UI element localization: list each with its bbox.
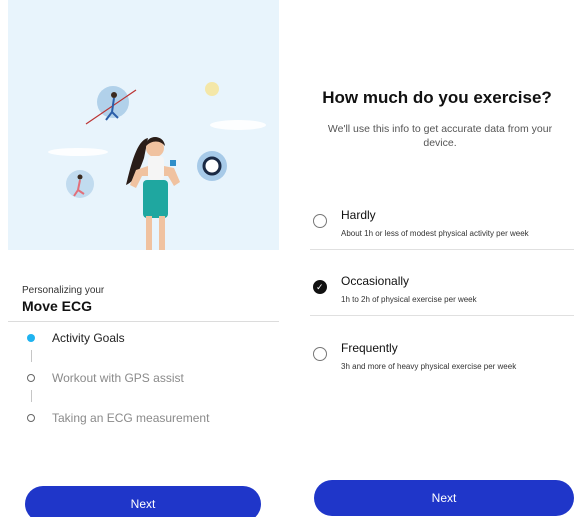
step-active-dot	[27, 334, 35, 342]
check-icon: ✓	[316, 282, 324, 292]
exercise-screen: How much do you exercise? We'll use this…	[300, 0, 574, 517]
option-label: Hardly	[341, 208, 376, 222]
divider	[310, 315, 574, 316]
option-hardly[interactable]: Hardly About 1h or less of modest physic…	[300, 200, 574, 266]
step-connector	[31, 390, 32, 402]
hero-illustration	[8, 0, 279, 250]
step-activity-goals[interactable]: Activity Goals	[22, 330, 282, 348]
radio-button[interactable]	[313, 214, 327, 228]
sun-icon	[205, 82, 219, 96]
radio-button[interactable]	[313, 347, 327, 361]
step-workout-gps[interactable]: Workout with GPS assist	[22, 370, 282, 388]
step-connector	[31, 350, 32, 362]
onboarding-screen: Personalizing your Move ECG Activity Goa…	[0, 0, 290, 517]
step-label: Workout with GPS assist	[52, 371, 184, 385]
page-title: How much do you exercise?	[322, 88, 552, 107]
step-pending-dot	[27, 374, 35, 382]
step-ecg-measurement[interactable]: Taking an ECG measurement	[22, 410, 282, 428]
step-pending-dot	[27, 414, 35, 422]
next-button[interactable]: Next	[25, 486, 261, 517]
divider	[310, 249, 574, 250]
option-frequently[interactable]: Frequently 3h and more of heavy physical…	[300, 333, 574, 399]
option-occasionally[interactable]: ✓ Occasionally 1h to 2h of physical exer…	[300, 266, 574, 332]
product-name: Move ECG	[22, 298, 93, 314]
personalizing-subtitle: Personalizing your	[22, 285, 105, 296]
option-description: About 1h or less of modest physical acti…	[341, 229, 529, 238]
radio-button-checked[interactable]: ✓	[313, 280, 327, 294]
page-subtitle: We'll use this info to get accurate data…	[327, 123, 553, 149]
step-label: Taking an ECG measurement	[52, 411, 210, 425]
option-label: Frequently	[341, 341, 398, 355]
option-description: 3h and more of heavy physical exercise p…	[341, 362, 517, 371]
divider	[8, 321, 279, 322]
option-description: 1h to 2h of physical exercise per week	[341, 295, 477, 304]
illustration-woman	[48, 82, 266, 250]
next-button[interactable]: Next	[314, 480, 574, 516]
option-label: Occasionally	[341, 274, 410, 288]
step-label: Activity Goals	[52, 331, 125, 345]
